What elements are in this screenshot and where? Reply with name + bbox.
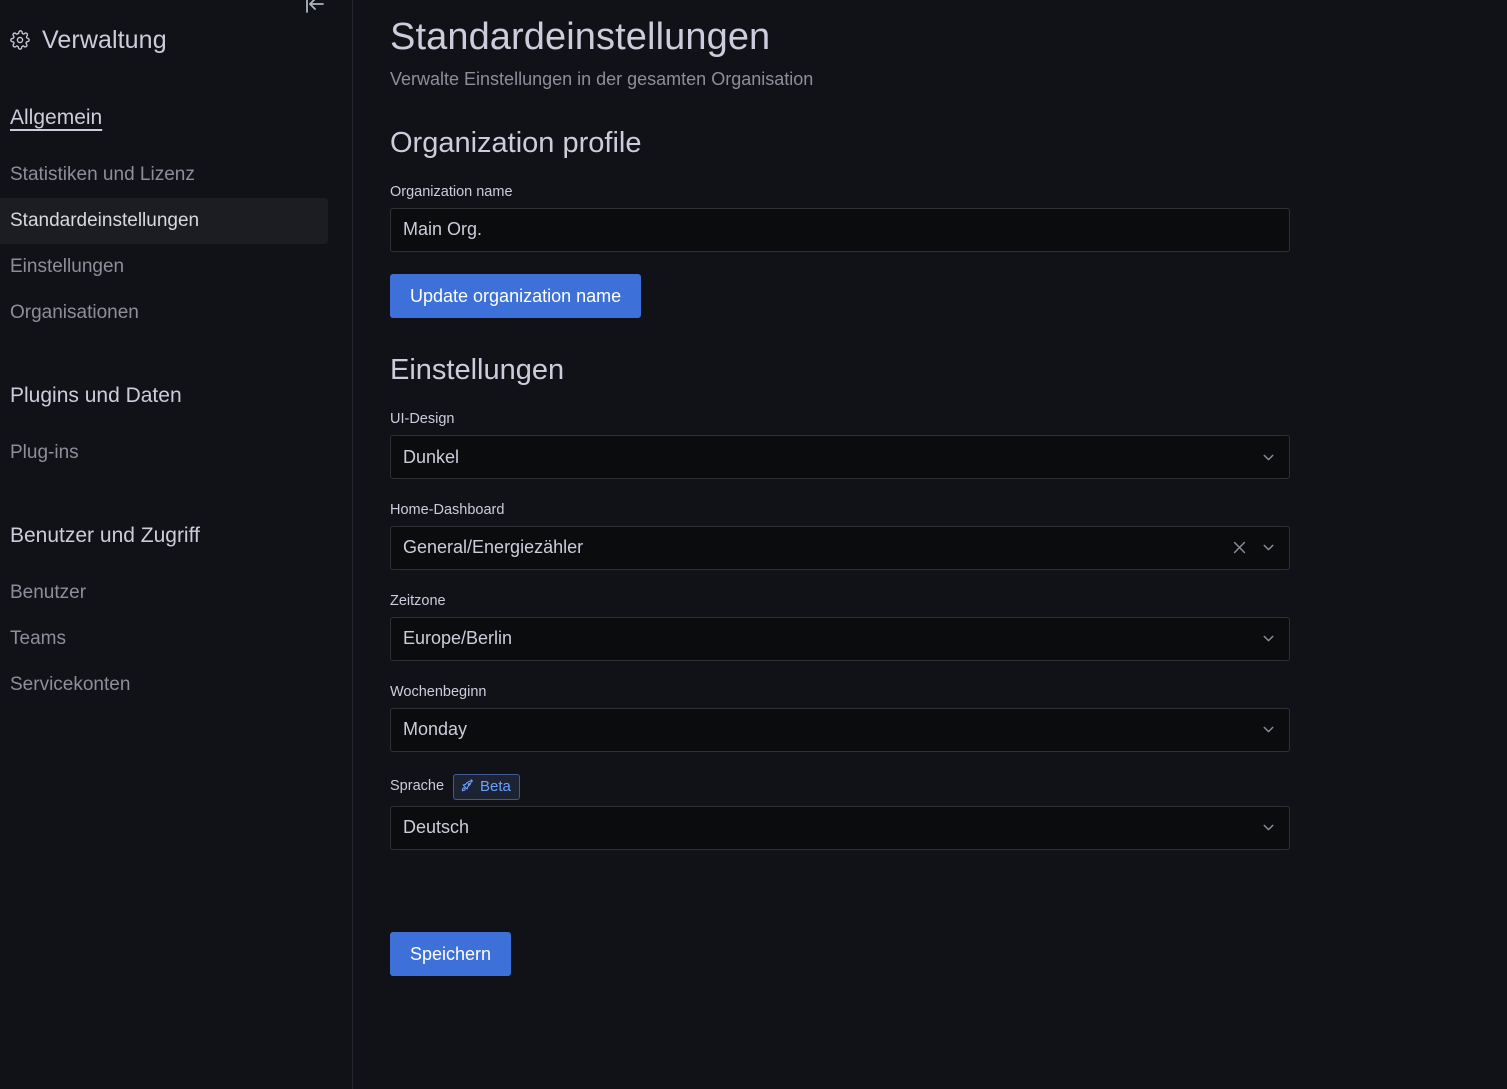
label-row-sprache: Sprache Beta xyxy=(390,773,1507,800)
label-wochenbeginn: Wochenbeginn xyxy=(390,683,487,700)
home-dashboard-value: General/Energiezähler xyxy=(403,537,584,558)
sidebar-item-teams[interactable]: Teams xyxy=(0,616,328,662)
sidebar-section-heading-plugins-und-daten: Plugins und Daten xyxy=(10,384,182,407)
chevron-down-icon[interactable] xyxy=(1260,819,1277,836)
page-title-sidebar: Verwaltung xyxy=(42,25,167,54)
label-organization-name: Organization name xyxy=(390,184,513,201)
sidebar-header: Verwaltung xyxy=(0,19,352,61)
field-zeitzone: Zeitzone Europe/Berlin xyxy=(390,592,1507,661)
chevron-down-icon[interactable] xyxy=(1260,449,1277,466)
chevron-down-icon[interactable] xyxy=(1260,539,1277,556)
field-wochenbeginn: Wochenbeginn Monday xyxy=(390,683,1507,752)
main-content: Standardeinstellungen Verwalte Einstellu… xyxy=(353,0,1507,1089)
nav-section-benutzer-und-zugriff: Benutzer und Zugriff Benutzer Teams Serv… xyxy=(0,525,352,708)
chevron-down-icon[interactable] xyxy=(1260,721,1277,738)
label-zeitzone: Zeitzone xyxy=(390,592,446,609)
sidebar-item-servicekonten[interactable]: Servicekonten xyxy=(0,662,328,708)
zeitzone-value: Europe/Berlin xyxy=(403,628,513,649)
sidebar-item-benutzer[interactable]: Benutzer xyxy=(0,570,328,616)
sidebar-item-standardeinstellungen[interactable]: Standardeinstellungen xyxy=(0,198,328,244)
label-ui-design: UI-Design xyxy=(390,411,455,428)
ui-design-value: Dunkel xyxy=(403,446,460,467)
close-icon[interactable] xyxy=(1231,539,1248,556)
page-subtitle: Verwalte Einstellungen in der gesamten O… xyxy=(390,68,814,89)
sidebar-item-organisationen[interactable]: Organisationen xyxy=(0,290,328,336)
chevron-down-icon[interactable] xyxy=(1260,630,1277,647)
ui-design-select-icons xyxy=(1260,449,1277,466)
field-ui-design: UI-Design Dunkel xyxy=(390,410,1507,480)
field-sprache: Sprache Beta Deutsch xyxy=(390,773,1507,850)
sidebar: Verwaltung Allgemein Statistiken und Liz… xyxy=(0,0,353,1089)
admin-settings-page: Verwaltung Allgemein Statistiken und Liz… xyxy=(0,0,1507,1089)
section-title-einstellungen: Einstellungen xyxy=(390,353,565,386)
save-button[interactable]: Speichern xyxy=(390,931,512,976)
sprache-select[interactable]: Deutsch xyxy=(390,805,1290,850)
sprache-select-icons xyxy=(1260,819,1277,836)
field-home-dashboard: Home-Dashboard General/Energiezähler xyxy=(390,501,1507,570)
sidebar-item-plug-ins[interactable]: Plug-ins xyxy=(0,430,328,476)
field-organization-name: Organization name Main Org. xyxy=(390,183,1507,252)
wochenbeginn-select-icons xyxy=(1260,721,1277,738)
wochenbeginn-value: Monday xyxy=(403,719,468,740)
update-organization-name-wrap: Update organization name xyxy=(390,273,1507,318)
label-home-dashboard: Home-Dashboard xyxy=(390,502,505,519)
page-title: Standardeinstellungen xyxy=(390,16,771,58)
nav-section-plugins-und-daten: Plugins und Daten Plug-ins xyxy=(0,385,352,476)
organization-name-input[interactable]: Main Org. xyxy=(390,207,1290,252)
nav-section-allgemein: Allgemein Statistiken und Lizenz Standar… xyxy=(0,107,352,336)
zeitzone-select[interactable]: Europe/Berlin xyxy=(390,616,1290,661)
sidebar-section-heading-benutzer-und-zugriff: Benutzer und Zugriff xyxy=(10,524,200,547)
sidebar-section-link-allgemein[interactable]: Allgemein xyxy=(10,107,102,128)
sprache-value: Deutsch xyxy=(403,817,470,838)
update-organization-name-button[interactable]: Update organization name xyxy=(390,273,642,318)
beta-badge-label: Beta xyxy=(480,778,511,796)
status-badge-beta: Beta xyxy=(453,773,520,800)
sidebar-item-einstellungen[interactable]: Einstellungen xyxy=(0,244,328,290)
ui-design-select[interactable]: Dunkel xyxy=(390,435,1290,480)
rocket-icon xyxy=(460,779,475,794)
organization-name-value: Main Org. xyxy=(403,219,483,240)
gear-icon xyxy=(10,30,30,50)
home-dashboard-select[interactable]: General/Energiezähler xyxy=(390,525,1290,570)
section-title-organization-profile: Organization profile xyxy=(390,126,642,159)
home-dashboard-select-icons xyxy=(1231,539,1277,556)
label-sprache: Sprache xyxy=(390,778,445,795)
zeitzone-select-icons xyxy=(1260,630,1277,647)
dock-menu-icon[interactable] xyxy=(303,0,327,16)
save-button-wrap: Speichern xyxy=(390,931,1507,976)
sidebar-item-statistiken-und-lizenz[interactable]: Statistiken und Lizenz xyxy=(0,152,328,198)
wochenbeginn-select[interactable]: Monday xyxy=(390,707,1290,752)
